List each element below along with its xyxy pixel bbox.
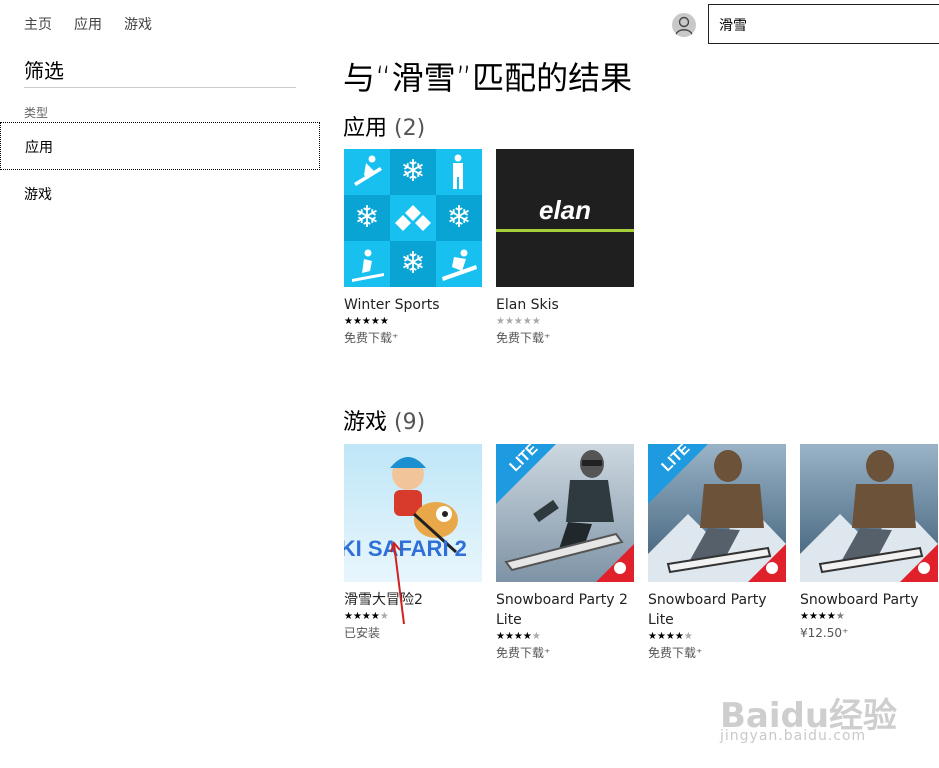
rating-stars: ★★★★★	[800, 611, 845, 622]
page-title: 与“滑雪”匹配的结果	[343, 59, 633, 97]
filter-item-label: 应用	[25, 140, 53, 156]
app-name: Winter Sports	[344, 297, 440, 313]
price-label: 免费下载⁺	[648, 646, 703, 660]
nav-games[interactable]: 游戏	[124, 14, 152, 34]
elan-skis-icon: elan	[496, 149, 634, 287]
install-status: 已安装	[344, 626, 381, 640]
rating-stars: ★★★★★	[496, 316, 541, 327]
price-label: 免费下载⁺	[496, 331, 551, 345]
baidu-watermark-url: jingyan.baidu.com	[720, 728, 867, 744]
svg-text:❄: ❄	[446, 200, 471, 235]
section-apps-header[interactable]: 应用 (2)	[343, 110, 425, 142]
section-label: 应用	[343, 116, 388, 141]
app-tile-winter-sports[interactable]: ❄ ❄ ❄ ❄ Winter Sports ★★★★★ 免费下载⁺	[344, 149, 482, 347]
search-input[interactable]: 滑雪	[708, 4, 939, 44]
user-avatar-icon[interactable]	[672, 13, 696, 37]
snowboard-party-2-lite-icon: LITE	[496, 444, 634, 582]
svg-text:elan: elan	[539, 195, 591, 225]
game-tile-snowboard-party[interactable]: Snowboard Party ★★★★★ ¥12.50⁺	[800, 444, 938, 642]
snowboard-party-lite-icon: LITE	[648, 444, 786, 582]
divider	[24, 87, 296, 88]
filter-item-label: 游戏	[24, 187, 52, 203]
app-name: Elan Skis	[496, 297, 559, 313]
section-games-header[interactable]: 游戏 (9)	[343, 404, 425, 436]
filter-item-apps[interactable]: 应用	[0, 122, 320, 170]
game-tile-snowboard-party-2-lite[interactable]: LITE Snowboard Party 2 Lite ★★★★★ 免费下载⁺	[496, 444, 634, 662]
rating-stars: ★★★★★	[344, 611, 389, 622]
annotation-arrow	[390, 541, 405, 625]
svg-text:❄: ❄	[400, 154, 425, 189]
nav-home[interactable]: 主页	[24, 14, 52, 34]
winter-sports-icon: ❄ ❄ ❄ ❄	[344, 149, 482, 287]
price-label: 免费下载⁺	[344, 331, 399, 345]
section-label: 游戏	[343, 410, 388, 435]
game-tile-ski-safari-2[interactable]: SKI SAFARI 2 滑雪大冒险2 ★★★★★ 已安装	[344, 444, 482, 642]
game-name: Snowboard Party Lite	[648, 592, 767, 628]
rating-stars: ★★★★★	[344, 316, 389, 327]
game-name: Snowboard Party 2 Lite	[496, 592, 628, 628]
game-name: 滑雪大冒险2	[344, 592, 423, 608]
ski-safari-icon: SKI SAFARI 2	[344, 444, 482, 582]
game-tile-snowboard-party-lite[interactable]: LITE Snowboard Party Lite ★★★★★ 免费下载⁺	[648, 444, 786, 662]
nav-apps[interactable]: 应用	[74, 14, 102, 34]
filter-item-games[interactable]: 游戏	[0, 170, 320, 218]
svg-text:❄: ❄	[354, 200, 379, 235]
snowboard-party-icon	[800, 444, 938, 582]
section-count: (2)	[394, 116, 426, 141]
svg-text:❄: ❄	[400, 246, 425, 281]
section-count: (9)	[394, 410, 426, 435]
top-nav: 主页 应用 游戏	[24, 14, 152, 34]
app-tile-elan-skis[interactable]: elan Elan Skis ★★★★★ 免费下载⁺	[496, 149, 634, 347]
type-label: 类型	[24, 106, 49, 120]
rating-stars: ★★★★★	[496, 631, 541, 642]
price-label: ¥12.50⁺	[800, 626, 849, 640]
game-name: Snowboard Party	[800, 592, 919, 608]
price-label: 免费下载⁺	[496, 646, 551, 660]
rating-stars: ★★★★★	[648, 631, 693, 642]
filter-title: 筛选	[24, 59, 64, 83]
